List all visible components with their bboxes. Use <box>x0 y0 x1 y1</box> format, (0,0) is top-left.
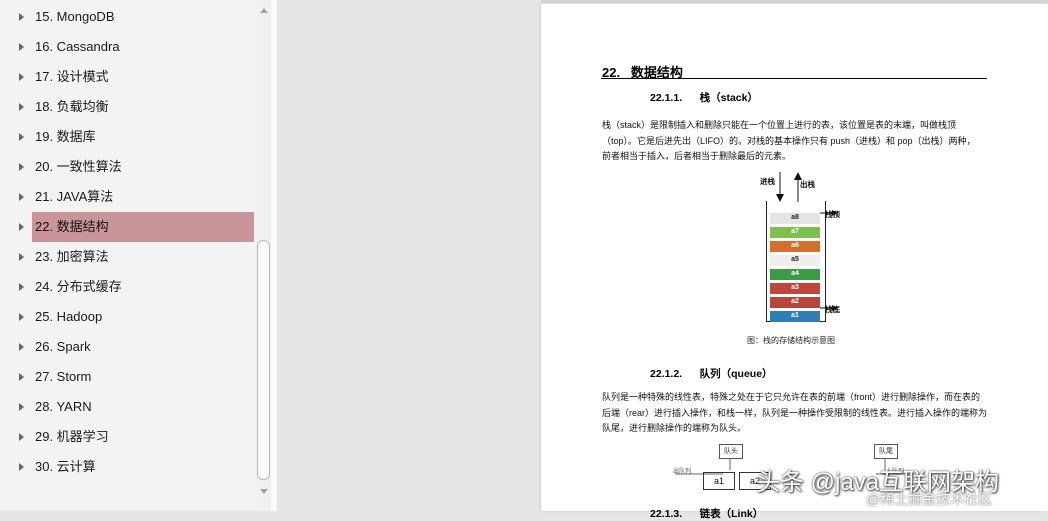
pop-label: 出栈 <box>800 180 815 189</box>
outline-item-label: 29. 机器学习 <box>35 429 109 444</box>
stack-para-line: （top）。它是后进先出（LIFO）的。对栈的基本操作只有 push（进栈）和 … <box>602 135 976 146</box>
expand-arrow-icon[interactable] <box>19 463 24 471</box>
dequeue-label: 出队列 <box>673 469 692 475</box>
outline-item-label: 17. 设计模式 <box>35 69 109 84</box>
outline-item-label: 25. Hadoop <box>35 309 103 324</box>
pointer-lines-icon <box>820 210 838 311</box>
panel-splitter[interactable] <box>271 0 277 511</box>
outline-item[interactable]: 18. 负载均衡 <box>0 92 254 122</box>
outline-item-label: 15. MongoDB <box>35 9 115 24</box>
stack-cell: a6 <box>770 241 820 252</box>
outline-item[interactable]: 19. 数据库 <box>0 122 254 152</box>
expand-arrow-icon[interactable] <box>19 283 24 291</box>
outline-item-label: 27. Storm <box>35 369 92 384</box>
stack-para-line: 前者相当于插入，后者相当于删除最后的元素。 <box>602 151 792 161</box>
expand-arrow-icon[interactable] <box>19 163 24 171</box>
stack-cell: a7 <box>770 227 820 238</box>
outline-item-label: 30. 云计算 <box>35 459 96 474</box>
queue-para-line: 队列是一种特殊的线性表，特殊之处在于它只允许在表的前端（front）进行删除操作… <box>602 392 981 402</box>
watermark-sub: @稀土掘金技术社区 <box>866 491 993 507</box>
link-heading: 22.1.3. 链表（Link） <box>650 508 764 520</box>
expand-arrow-icon[interactable] <box>19 223 24 231</box>
expand-arrow-icon[interactable] <box>19 43 24 51</box>
expand-arrow-icon[interactable] <box>19 433 24 441</box>
stack-caption: 图：栈的存储结构示意图 <box>747 336 835 345</box>
outline-item[interactable]: 22. 数据结构 <box>0 212 254 242</box>
expand-arrow-icon[interactable] <box>19 133 24 141</box>
outline-item[interactable]: 30. 云计算 <box>0 452 254 482</box>
previous-page-edge <box>541 0 1048 3</box>
outline-item-label: 20. 一致性算法 <box>35 159 122 174</box>
outline-item[interactable]: 20. 一致性算法 <box>0 152 254 182</box>
outline-item[interactable]: 17. 设计模式 <box>0 62 254 92</box>
outline-item[interactable]: 21. JAVA算法 <box>0 182 254 212</box>
outline-item[interactable]: 16. Cassandra <box>0 32 254 62</box>
expand-arrow-icon[interactable] <box>19 193 24 201</box>
outline-item-label: 18. 负载均衡 <box>35 99 109 114</box>
stack-heading: 22.1.1. 栈（stack） <box>650 92 758 104</box>
stack-bottom-label: 栈底 <box>825 305 840 314</box>
document-page: 22. 数据结构 22.1.1. 栈（stack） 栈（stack）是限制插入和… <box>541 4 1048 520</box>
scroll-up-arrow-icon[interactable] <box>260 8 268 13</box>
stack-cell: a2 <box>770 297 820 308</box>
outline-item[interactable]: 25. Hadoop <box>0 302 254 332</box>
expand-arrow-icon[interactable] <box>19 373 24 381</box>
outline-item[interactable]: 29. 机器学习 <box>0 422 254 452</box>
outline-item-label: 21. JAVA算法 <box>35 189 114 204</box>
outline-item[interactable]: 26. Spark <box>0 332 254 362</box>
stack-cell: a3 <box>770 283 820 294</box>
section-rule <box>601 78 987 79</box>
scroll-thumb[interactable] <box>257 240 270 480</box>
queue-para-line: 队尾，进行删除操作的端称为队头。 <box>602 423 747 433</box>
outline-item-label: 28. YARN <box>35 399 92 414</box>
expand-arrow-icon[interactable] <box>19 343 24 351</box>
expand-arrow-icon[interactable] <box>19 253 24 261</box>
scroll-down-arrow-icon[interactable] <box>260 489 268 494</box>
outline-item[interactable]: 28. YARN <box>0 392 254 422</box>
expand-arrow-icon[interactable] <box>19 403 24 411</box>
push-label: 进栈 <box>760 177 775 186</box>
expand-arrow-icon[interactable] <box>19 313 24 321</box>
outline-item[interactable]: 23. 加密算法 <box>0 242 254 272</box>
stack-cell: a1 <box>770 311 820 322</box>
expand-arrow-icon[interactable] <box>19 13 24 21</box>
queue-heading: 22.1.2. 队列（queue） <box>650 368 773 380</box>
outline-panel: 15. MongoDB 16. Cassandra 17. 设计模式 18. 负载均衡… <box>0 0 256 511</box>
expand-arrow-icon[interactable] <box>19 103 24 111</box>
expand-arrow-icon[interactable] <box>19 73 24 81</box>
outline-item-label: 16. Cassandra <box>35 39 120 54</box>
stack-top-label: 栈顶 <box>825 210 840 219</box>
stack-para-line: 栈（stack）是限制插入和删除只能在一个位置上进行的表，该位置是表的末端，叫做… <box>602 120 957 130</box>
outline-item-label: 26. Spark <box>35 339 91 354</box>
outline-item-label: 23. 加密算法 <box>35 249 109 264</box>
stack-cell: a4 <box>770 269 820 280</box>
outline-item-label: 24. 分布式缓存 <box>35 279 122 294</box>
queue-paragraph: 队列是一种特殊的线性表，特殊之处在于它只允许在表的前端（front）进行删除操作… <box>602 390 992 437</box>
outline-item[interactable]: 27. Storm <box>0 362 254 392</box>
outline-item[interactable]: 24. 分布式缓存 <box>0 272 254 302</box>
queue-para-line: 后端（rear）进行插入操作，和栈一样，队列是一种操作受限制的线性表。进行插入操… <box>602 407 988 418</box>
stack-paragraph: 栈（stack）是限制插入和删除只能在一个位置上进行的表，该位置是表的末端，叫做… <box>602 118 992 165</box>
outline-item[interactable]: 15. MongoDB <box>0 2 254 32</box>
outline-item-label: 19. 数据库 <box>35 129 96 144</box>
outline-item-label: 22. 数据结构 <box>32 212 254 242</box>
stack-cell: a5 <box>770 255 820 266</box>
stack-cell: a8 <box>770 213 820 224</box>
queue-cell: a1 <box>703 472 735 490</box>
outline-scrollbar[interactable] <box>256 0 271 511</box>
